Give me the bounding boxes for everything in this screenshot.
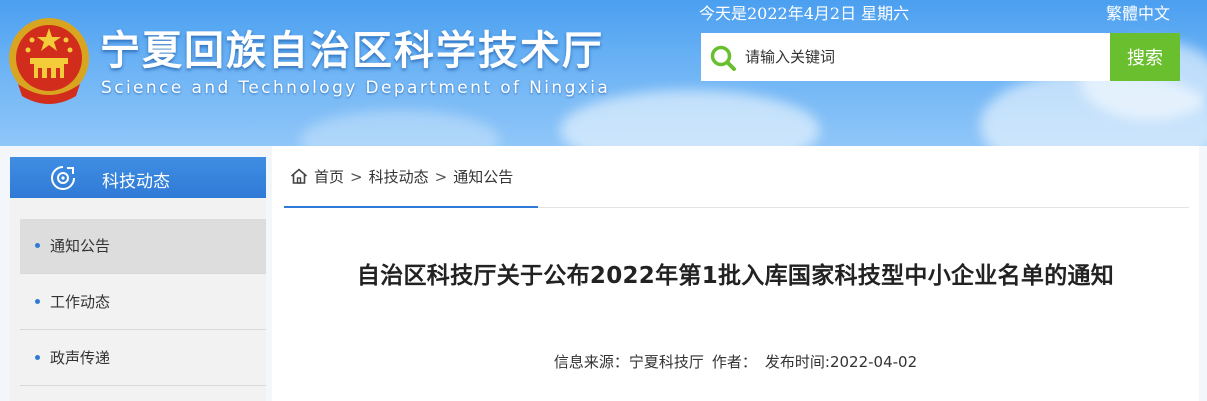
sidebar-item-policy-voice[interactable]: 政声传递 <box>20 331 266 386</box>
current-date: 今天是2022年4月2日 星期六 <box>699 4 910 23</box>
article-meta: 信息来源：宁夏科技厅 作者： 发布时间:2022-04-02 <box>272 351 1199 372</box>
breadcrumb-separator: > <box>350 168 363 186</box>
national-emblem-icon <box>9 18 89 104</box>
article-title: 自治区科技厅关于公布2022年第1批入库国家科技型中小企业名单的通知 <box>356 263 1115 289</box>
cloud-decoration <box>300 110 500 146</box>
breadcrumb-underline <box>284 206 538 208</box>
bullet-icon <box>35 355 40 360</box>
article-source: 信息来源：宁夏科技厅 <box>553 353 704 371</box>
sidebar-header: 科技动态 <box>10 157 266 198</box>
search-button[interactable]: 搜索 <box>1110 33 1180 81</box>
cloud-decoration <box>560 90 820 146</box>
bullet-icon <box>35 299 40 304</box>
main-content: 首页 > 科技动态 > 通知公告 自治区科技厅关于公布2022年第1批入库国家科技型中小… <box>272 146 1199 401</box>
sidebar-item-work-news[interactable]: 工作动态 <box>20 275 266 330</box>
article-author: 作者： <box>711 353 757 371</box>
site-title: 宁夏回族自治区科学技术厅 <box>100 28 604 74</box>
sidebar: 科技动态 通知公告 工作动态 政声传递 <box>10 157 266 401</box>
article-publish-time: 发布时间:2022-04-02 <box>764 353 918 371</box>
compass-icon <box>51 166 75 190</box>
traditional-chinese-link[interactable]: 繁體中文 <box>1106 0 1170 24</box>
site-subtitle: Science and Technology Department of Nin… <box>101 78 611 98</box>
site-header: 宁夏回族自治区科学技术厅 Science and Technology Depa… <box>0 0 1207 146</box>
sidebar-item-label: 通知公告 <box>50 237 111 255</box>
sidebar-item-label: 政声传递 <box>50 349 111 367</box>
search-input[interactable] <box>745 43 1100 71</box>
home-icon <box>290 168 308 184</box>
breadcrumb-tech-news[interactable]: 科技动态 <box>369 168 429 186</box>
sidebar-item-label: 工作动态 <box>50 293 111 311</box>
bullet-icon <box>35 243 40 248</box>
breadcrumb-separator: > <box>434 168 448 186</box>
breadcrumb: 首页 > 科技动态 > 通知公告 <box>290 166 513 187</box>
search-icon <box>710 45 736 71</box>
sidebar-item-notices[interactable]: 通知公告 <box>20 219 266 274</box>
breadcrumb-notices[interactable]: 通知公告 <box>453 168 513 186</box>
sidebar-heading: 科技动态 <box>102 172 170 192</box>
breadcrumb-home[interactable]: 首页 <box>314 168 344 186</box>
search-box <box>701 33 1110 81</box>
